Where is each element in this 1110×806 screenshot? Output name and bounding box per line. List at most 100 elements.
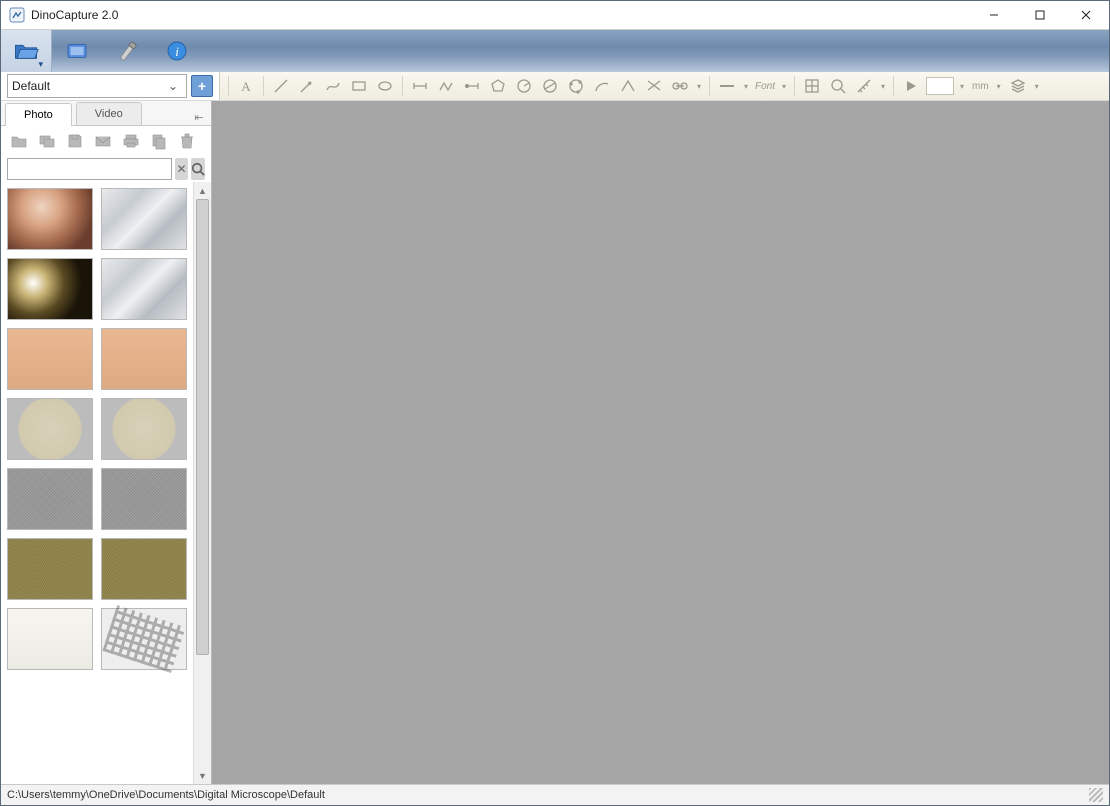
thumb-14[interactable] (101, 608, 187, 670)
thumbnails-area: ▲ ▼ (1, 182, 211, 784)
thumb-12[interactable] (101, 538, 187, 600)
scroll-track[interactable] (194, 199, 211, 767)
scroll-up-button[interactable]: ▲ (194, 182, 211, 199)
rectangle-tool[interactable] (348, 75, 370, 97)
measure-point-line-tool[interactable] (461, 75, 483, 97)
tab-photo[interactable]: Photo (5, 103, 72, 126)
media-tabs: Photo Video ⇤ (1, 101, 211, 126)
app-icon (9, 7, 25, 23)
center-distance-tool[interactable] (669, 75, 691, 97)
line-style-tool[interactable] (716, 75, 738, 97)
plus-icon: + (198, 78, 206, 94)
slideshow-button[interactable] (37, 131, 57, 151)
measure-diameter-tool[interactable] (539, 75, 561, 97)
thumbnails-scrollbar[interactable]: ▲ ▼ (193, 182, 211, 784)
grid-tool[interactable] (801, 75, 823, 97)
measure-line-tool[interactable] (409, 75, 431, 97)
measure-3pt-angle-tool[interactable] (617, 75, 639, 97)
resize-grip[interactable] (1089, 788, 1103, 802)
live-preview-tool[interactable] (52, 30, 102, 72)
thumb-9[interactable] (7, 468, 93, 530)
measure-dropdown[interactable]: ▾ (695, 82, 703, 91)
delete-button[interactable] (177, 131, 197, 151)
print-button[interactable] (121, 131, 141, 151)
line-tool[interactable] (270, 75, 292, 97)
measure-4pt-angle-tool[interactable] (643, 75, 665, 97)
drawing-toolbar: A ▾ ▾ Font ▾ (219, 72, 1109, 100)
thumbnails-grid (1, 182, 193, 784)
freehand-tool[interactable] (322, 75, 344, 97)
thumb-8[interactable] (101, 398, 187, 460)
thumb-11[interactable] (7, 538, 93, 600)
play-tool[interactable] (900, 75, 922, 97)
thumb-3[interactable] (7, 258, 93, 320)
app-window: DinoCapture 2.0 ▾ i Default ⌄ + (0, 0, 1110, 806)
thumb-7[interactable] (7, 398, 93, 460)
profile-select-value: Default (12, 79, 164, 93)
font-dropdown[interactable]: ▾ (780, 82, 788, 91)
zoom-tool[interactable] (827, 75, 849, 97)
maximize-button[interactable] (1017, 1, 1063, 29)
units-label: mm (970, 81, 991, 92)
font-tool[interactable]: Font (754, 75, 776, 97)
scroll-down-button[interactable]: ▼ (194, 767, 211, 784)
text-tool[interactable]: A (235, 75, 257, 97)
svg-text:i: i (175, 44, 179, 59)
line-style-dropdown[interactable]: ▾ (742, 82, 750, 91)
panel-tools (1, 126, 211, 156)
left-panel: Photo Video ⇤ ✕ (1, 101, 212, 784)
search-button[interactable] (191, 158, 205, 180)
email-button[interactable] (93, 131, 113, 151)
color-dropdown[interactable]: ▾ (958, 82, 966, 91)
calibration-dropdown[interactable]: ▾ (879, 82, 887, 91)
close-icon: ✕ (176, 162, 186, 176)
thumb-1[interactable] (7, 188, 93, 250)
open-folder-button[interactable] (9, 131, 29, 151)
statusbar: C:\Users\temmy\OneDrive\Documents\Digita… (1, 784, 1109, 805)
window-title: DinoCapture 2.0 (31, 8, 118, 22)
units-dropdown[interactable]: ▾ (995, 82, 1003, 91)
measure-continuous-tool[interactable] (435, 75, 457, 97)
thumb-2[interactable] (101, 188, 187, 250)
measure-radius-tool[interactable] (513, 75, 535, 97)
thumb-4[interactable] (101, 258, 187, 320)
search-row: ✕ (1, 156, 211, 182)
main-toolbar: ▾ i (1, 30, 1109, 72)
tab-video[interactable]: Video (76, 102, 142, 125)
measure-polygon-tool[interactable] (487, 75, 509, 97)
clear-search-button[interactable]: ✕ (175, 158, 188, 180)
save-button[interactable] (65, 131, 85, 151)
svg-text:A: A (241, 79, 251, 94)
copy-button[interactable] (149, 131, 169, 151)
profile-row: Default ⌄ + A ▾ (1, 72, 1109, 101)
minimize-button[interactable] (971, 1, 1017, 29)
calibration-tool[interactable] (853, 75, 875, 97)
layers-tool[interactable] (1007, 75, 1029, 97)
add-profile-button[interactable]: + (191, 75, 213, 97)
color-swatch[interactable] (926, 77, 954, 95)
thumb-10[interactable] (101, 468, 187, 530)
preview-canvas[interactable] (212, 101, 1109, 784)
close-button[interactable] (1063, 1, 1109, 29)
folder-tool[interactable]: ▾ (1, 30, 52, 72)
ellipse-tool[interactable] (374, 75, 396, 97)
statusbar-path: C:\Users\temmy\OneDrive\Documents\Digita… (7, 789, 325, 801)
chevron-down-icon: ⌄ (164, 79, 182, 93)
measure-arc-tool[interactable] (591, 75, 613, 97)
body: Photo Video ⇤ ✕ (1, 101, 1109, 784)
layers-dropdown[interactable]: ▾ (1033, 82, 1041, 91)
profile-select[interactable]: Default ⌄ (7, 74, 187, 98)
search-input[interactable] (7, 158, 172, 180)
thumb-5[interactable] (7, 328, 93, 390)
dropdown-indicator-icon: ▾ (38, 59, 43, 70)
collapse-panel-button[interactable]: ⇤ (191, 109, 207, 125)
measure-3pt-circle-tool[interactable] (565, 75, 587, 97)
titlebar: DinoCapture 2.0 (1, 1, 1109, 30)
thumb-6[interactable] (101, 328, 187, 390)
arrow-tool[interactable] (296, 75, 318, 97)
scroll-thumb[interactable] (196, 199, 209, 655)
thumb-13[interactable] (7, 608, 93, 670)
about-tool[interactable]: i (152, 30, 202, 72)
search-icon (191, 162, 205, 176)
settings-tool[interactable] (102, 30, 152, 72)
